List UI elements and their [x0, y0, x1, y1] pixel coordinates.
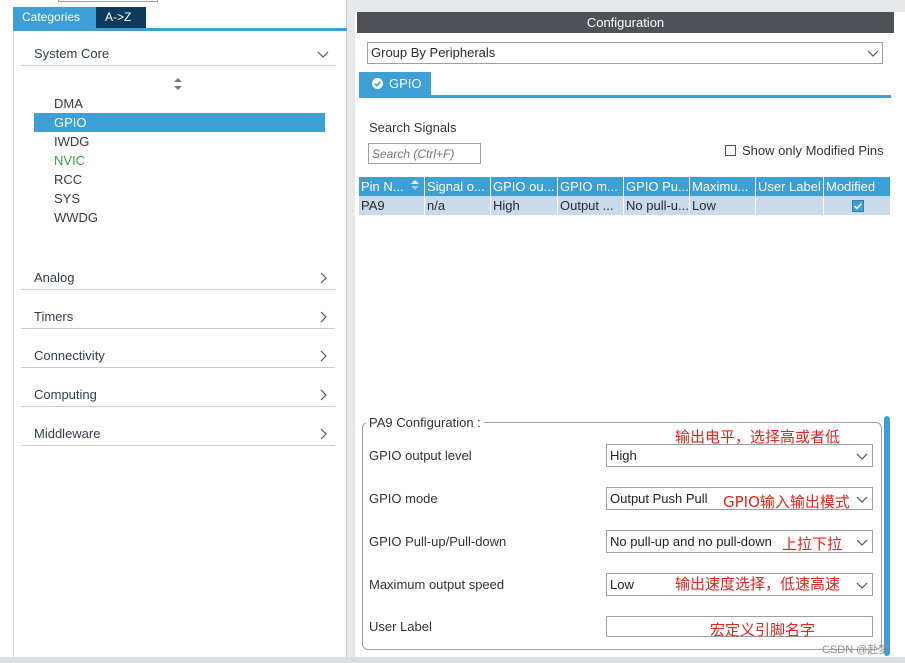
chevron-right-icon[interactable]	[311, 346, 335, 366]
group-label: Middleware	[34, 426, 101, 441]
chevron-down-icon	[856, 539, 868, 546]
sort-icon	[411, 180, 419, 190]
list-item-wwdg[interactable]: WWDG	[34, 208, 325, 227]
categories-panel: Categories A->Z System Core DMA GPIO IWD…	[0, 0, 347, 663]
pin-table: Pin N... Signal o... GPIO ou... GPIO m..…	[359, 177, 891, 215]
cell-gpio-mode: Output ...	[558, 196, 624, 215]
note-speed: 输出速度选择，低速高速	[675, 575, 841, 593]
group-label: Analog	[34, 270, 75, 285]
pull-value: No pull-up and no pull-down	[610, 534, 772, 549]
chevron-right-icon[interactable]	[311, 307, 335, 327]
chevron-right-icon[interactable]	[311, 424, 335, 444]
col-header-pin[interactable]: Pin N...	[359, 177, 425, 196]
label-max-speed: Maximum output speed	[369, 577, 505, 592]
table-row[interactable]: PA9 n/a High Output ... No pull-u... Low	[359, 196, 891, 215]
col-header-gpio-mode[interactable]: GPIO m...	[558, 177, 624, 196]
cell-max-speed: Low	[690, 196, 756, 215]
group-timers[interactable]: Timers	[21, 305, 335, 329]
chevron-down-icon	[856, 453, 868, 460]
col-header-gpio-pull[interactable]: GPIO Pu...	[624, 177, 690, 196]
max-speed-value: Low	[610, 577, 634, 592]
show-modified-checkbox[interactable]	[725, 145, 736, 156]
chevron-down-icon	[856, 496, 868, 503]
table-header: Pin N... Signal o... GPIO ou... GPIO m..…	[359, 177, 891, 196]
search-input[interactable]	[368, 143, 481, 164]
group-analog[interactable]: Analog	[21, 266, 335, 290]
cell-pin: PA9	[359, 196, 425, 215]
system-core-list: DMA GPIO IWDG NVIC RCC SYS WWDG	[34, 94, 325, 227]
note-gpio-mode: GPIO输入输出模式	[723, 493, 850, 511]
watermark: CSDN @赴梦	[822, 644, 890, 656]
note-pull: 上拉下拉	[782, 535, 843, 553]
group-system-core[interactable]: System Core	[21, 42, 335, 66]
tab-gpio[interactable]: GPIO	[359, 72, 431, 95]
show-modified-toggle[interactable]: Show only Modified Pins	[725, 143, 884, 158]
pin-config-legend: PA9 Configuration :	[366, 415, 484, 430]
label-gpio-mode: GPIO mode	[369, 491, 438, 506]
col-header-user-label[interactable]: User Label	[756, 177, 824, 196]
tab-gpio-label: GPIO	[389, 76, 422, 91]
configuration-panel: Configuration Group By Peripherals GPIO …	[355, 0, 905, 663]
cell-signal: n/a	[425, 196, 491, 215]
note-user-label: 宏定义引脚名字	[710, 621, 816, 639]
list-item-iwdg[interactable]: IWDG	[34, 132, 325, 151]
group-by-value: Group By Peripherals	[371, 45, 496, 60]
tab-categories[interactable]: Categories	[13, 7, 96, 28]
label-output-level: GPIO output level	[369, 448, 472, 463]
list-item-rcc[interactable]: RCC	[34, 170, 325, 189]
list-item-sys[interactable]: SYS	[34, 189, 325, 208]
group-middleware[interactable]: Middleware	[21, 422, 335, 446]
top-strip	[355, 0, 905, 12]
sort-arrows-icon[interactable]	[172, 77, 184, 91]
output-level-select[interactable]: High	[606, 444, 873, 467]
group-label: Computing	[34, 387, 97, 402]
chevron-down-icon	[867, 50, 879, 57]
vertical-scrollbar[interactable]	[884, 416, 890, 656]
col-header-modified[interactable]: Modified	[824, 177, 891, 196]
gpio-mode-value: Output Push Pull	[610, 491, 708, 506]
configuration-title: Configuration	[357, 12, 894, 33]
col-header-max-speed[interactable]: Maximu...	[690, 177, 756, 196]
output-level-value: High	[610, 448, 637, 463]
group-connectivity[interactable]: Connectivity	[21, 344, 335, 368]
chevron-right-icon[interactable]	[311, 268, 335, 288]
label-user-label: User Label	[369, 619, 432, 634]
chevron-right-icon[interactable]	[311, 385, 335, 405]
list-item-nvic[interactable]: NVIC	[34, 151, 325, 170]
show-modified-label: Show only Modified Pins	[742, 143, 884, 158]
cell-modified[interactable]	[824, 196, 891, 215]
cell-gpio-output: High	[491, 196, 558, 215]
group-computing[interactable]: Computing	[21, 383, 335, 407]
col-header-gpio-output[interactable]: GPIO ou...	[491, 177, 558, 196]
group-label: Timers	[34, 309, 74, 324]
chevron-down-icon[interactable]	[311, 44, 335, 64]
group-by-select[interactable]: Group By Peripherals	[367, 42, 883, 64]
bottom-bar	[0, 657, 905, 663]
chevron-down-icon	[856, 582, 868, 589]
group-label: System Core	[34, 46, 110, 61]
note-output-level: 输出电平，选择高或者低	[675, 428, 841, 446]
list-item-gpio[interactable]: GPIO	[34, 113, 325, 132]
search-signals-label: Search Signals	[369, 120, 457, 135]
category-tabs: Categories A->Z	[13, 7, 146, 28]
checkbox-checked-icon[interactable]	[852, 199, 864, 212]
group-label: Connectivity	[34, 348, 105, 363]
check-circle-icon	[372, 78, 383, 90]
list-item-dma[interactable]: DMA	[34, 94, 325, 113]
tab-a-z[interactable]: A->Z	[96, 7, 146, 28]
cell-user-label	[756, 196, 824, 215]
col-header-signal[interactable]: Signal o...	[425, 177, 491, 196]
tab-underline	[359, 95, 891, 98]
label-pull: GPIO Pull-up/Pull-down	[369, 534, 507, 549]
cell-gpio-pull: No pull-u...	[624, 196, 690, 215]
top-stub	[58, 0, 158, 2]
